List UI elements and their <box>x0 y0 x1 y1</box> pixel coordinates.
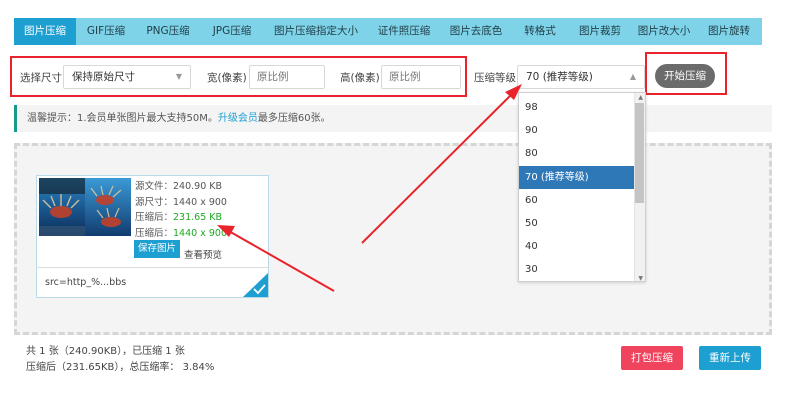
page: 图片压缩 GIF压缩 PNG压缩 JPG压缩 图片压缩指定大小 证件照压缩 图片… <box>0 0 800 403</box>
tab-image-compress[interactable]: 图片压缩 <box>14 18 76 45</box>
tip-banner: 温馨提示：1.会员单张图片最大支持50M。升级会员最多压缩60张。 <box>14 105 772 132</box>
level-option[interactable]: 98 <box>519 96 635 119</box>
tab-id-photo-compress[interactable]: 证件照压缩 <box>368 18 440 45</box>
level-option[interactable]: 80 <box>519 142 635 165</box>
chevron-up-icon: ▲ <box>629 72 636 81</box>
source-dimensions: 源尺寸：1440 x 900 <box>135 196 227 208</box>
tab-convert-format[interactable]: 转格式 <box>512 18 568 45</box>
tab-image-resize[interactable]: 图片改大小 <box>632 18 696 45</box>
summary-text: 共 1 张（240.90KB），已压缩 1 张 压缩后（231.65KB），总压… <box>26 344 214 376</box>
dropdown-scrollbar[interactable]: ▲ ▼ <box>634 93 645 281</box>
level-option[interactable]: 90 <box>519 119 635 142</box>
level-select[interactable]: 70 (推荐等级) ▲ <box>517 65 645 89</box>
annotation-box-settings <box>10 56 467 97</box>
tab-gif-compress[interactable]: GIF压缩 <box>76 18 136 45</box>
tab-remove-background[interactable]: 图片去底色 <box>440 18 512 45</box>
summary-line-ratio: 压缩后（231.65KB），总压缩率： 3.84% <box>26 362 215 373</box>
scrollbar-thumb[interactable] <box>635 103 644 203</box>
scroll-up-icon[interactable]: ▲ <box>638 94 643 101</box>
tip-suffix: 最多压缩60张。 <box>257 113 331 124</box>
scroll-down-icon[interactable]: ▼ <box>638 275 643 281</box>
upgrade-link[interactable]: 升级会员 <box>218 113 258 124</box>
source-filename: src=http_%...bbs <box>45 277 127 288</box>
save-image-button[interactable]: 保存图片 <box>134 240 180 258</box>
tab-compress-to-size[interactable]: 图片压缩指定大小 <box>264 18 368 45</box>
card-divider <box>36 267 269 268</box>
level-dropdown[interactable]: 98 90 80 70 (推荐等级) 60 50 40 30 ▲ ▼ <box>518 92 646 282</box>
compressed-dimensions: 压缩后：1440 x 900 <box>135 227 227 239</box>
tab-bar: 图片压缩 GIF压缩 PNG压缩 JPG压缩 图片压缩指定大小 证件照压缩 图片… <box>14 18 762 45</box>
tab-image-crop[interactable]: 图片裁剪 <box>568 18 632 45</box>
result-info: 源文件：240.90 KB 源尺寸：1440 x 900 压缩后：231.65 … <box>135 179 227 241</box>
level-option[interactable]: 60 <box>519 189 635 212</box>
checkmark-icon <box>243 273 268 297</box>
level-option-selected[interactable]: 70 (推荐等级) <box>519 166 635 189</box>
tip-text: 温馨提示：1.会员单张图片最大支持50M。 <box>27 113 218 124</box>
summary-line-count: 共 1 张（240.90KB），已压缩 1 张 <box>26 346 185 357</box>
level-select-value: 70 (推荐等级) <box>526 71 593 83</box>
pack-compress-button[interactable]: 打包压缩 <box>621 346 683 370</box>
compressed-file-size: 压缩后：231.65 KB <box>135 212 223 223</box>
source-file-size: 源文件：240.90 KB <box>135 181 223 192</box>
tab-jpg-compress[interactable]: JPG压缩 <box>200 18 264 45</box>
tab-png-compress[interactable]: PNG压缩 <box>136 18 200 45</box>
annotation-box-start <box>645 52 727 95</box>
tab-image-rotate[interactable]: 图片旋转 <box>696 18 762 45</box>
reupload-button[interactable]: 重新上传 <box>699 346 761 370</box>
level-label: 压缩等级 <box>474 72 516 84</box>
level-option[interactable]: 50 <box>519 212 635 235</box>
level-option[interactable]: 40 <box>519 235 635 258</box>
image-thumbnail[interactable] <box>39 178 131 236</box>
level-option[interactable]: 30 <box>519 258 635 281</box>
view-preview-link[interactable]: 查看预览 <box>184 247 222 261</box>
